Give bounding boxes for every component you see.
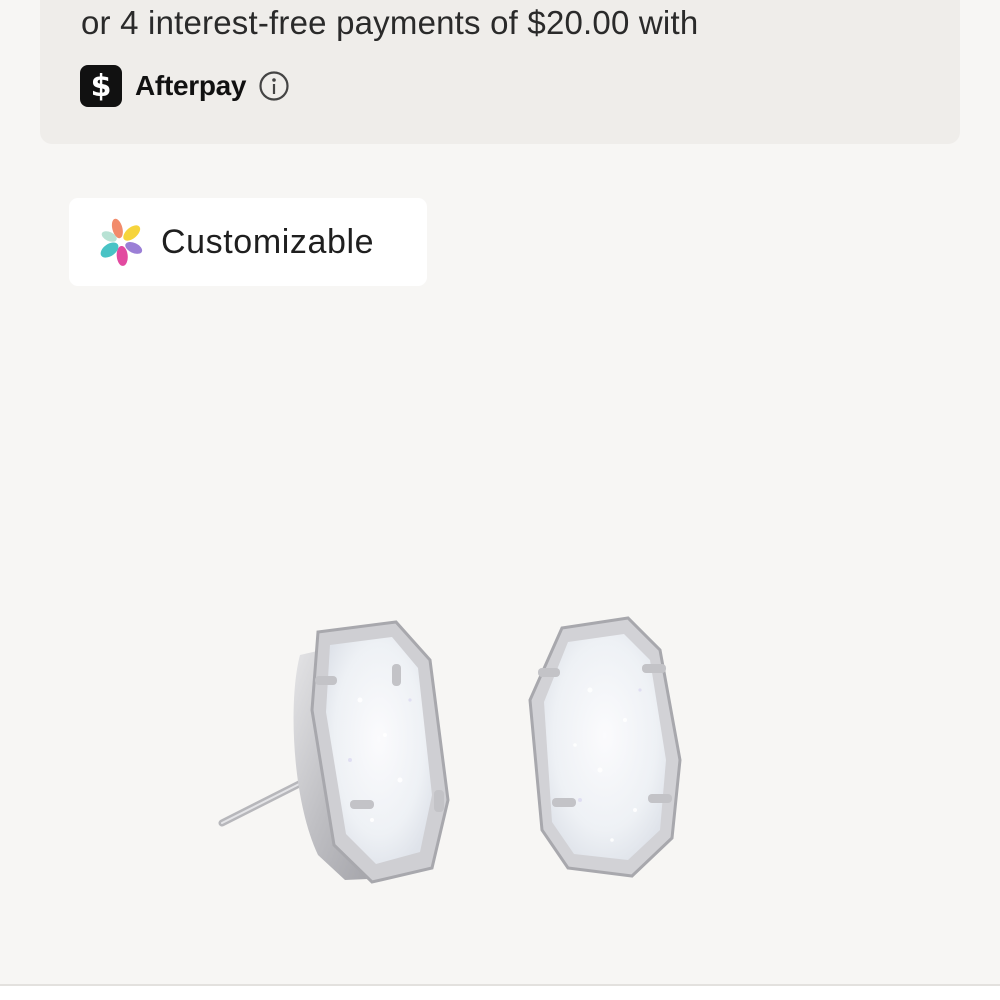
badge-label: Customizable	[161, 222, 375, 261]
earrings-image	[218, 616, 682, 884]
afterpay-name: Afterpay	[135, 70, 247, 101]
installment-text: or 4 interest-free payments of $20.00 wi…	[81, 4, 699, 41]
customizable-badge: Customizable	[69, 198, 427, 286]
cashapp-glyph: $	[90, 68, 112, 104]
info-circle-icon[interactable]	[258, 70, 290, 102]
afterpay-brand[interactable]: $ Afterpay	[80, 64, 290, 108]
kaleidoscope-petals-icon	[95, 216, 147, 268]
divider	[0, 984, 1000, 986]
cashapp-icon: $	[80, 65, 122, 107]
